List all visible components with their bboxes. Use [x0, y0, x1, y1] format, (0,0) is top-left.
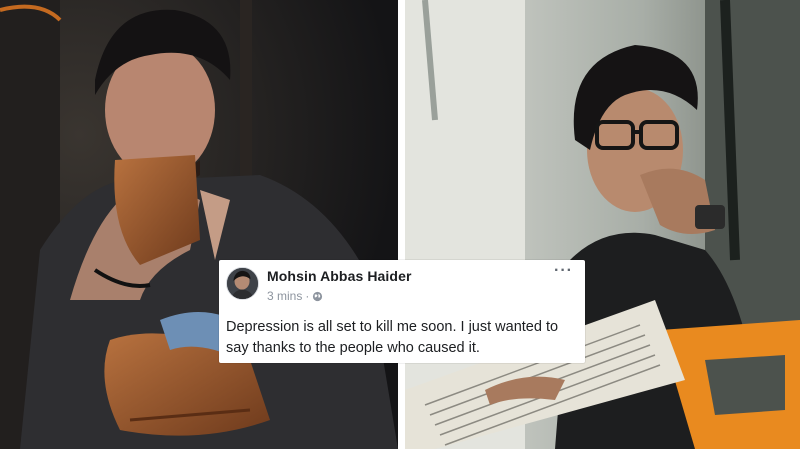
left-photo-illustration: [0, 0, 398, 449]
facebook-post-card: Mohsin Abbas Haider 3 mins · ··· Depress…: [219, 260, 585, 363]
right-photo: [405, 0, 800, 449]
author-name[interactable]: Mohsin Abbas Haider: [267, 268, 412, 284]
post-timestamp[interactable]: 3 mins: [267, 289, 302, 303]
post-meta: 3 mins ·: [267, 289, 323, 303]
photo-divider: [398, 0, 405, 449]
meta-separator: ·: [305, 289, 310, 303]
post-text: Depression is all set to kill me soon. I…: [226, 319, 559, 356]
avatar[interactable]: [226, 267, 259, 300]
right-photo-illustration: [405, 0, 800, 449]
globe-icon: [312, 291, 323, 302]
more-options-button[interactable]: ···: [554, 263, 573, 279]
left-photo: [0, 0, 398, 449]
